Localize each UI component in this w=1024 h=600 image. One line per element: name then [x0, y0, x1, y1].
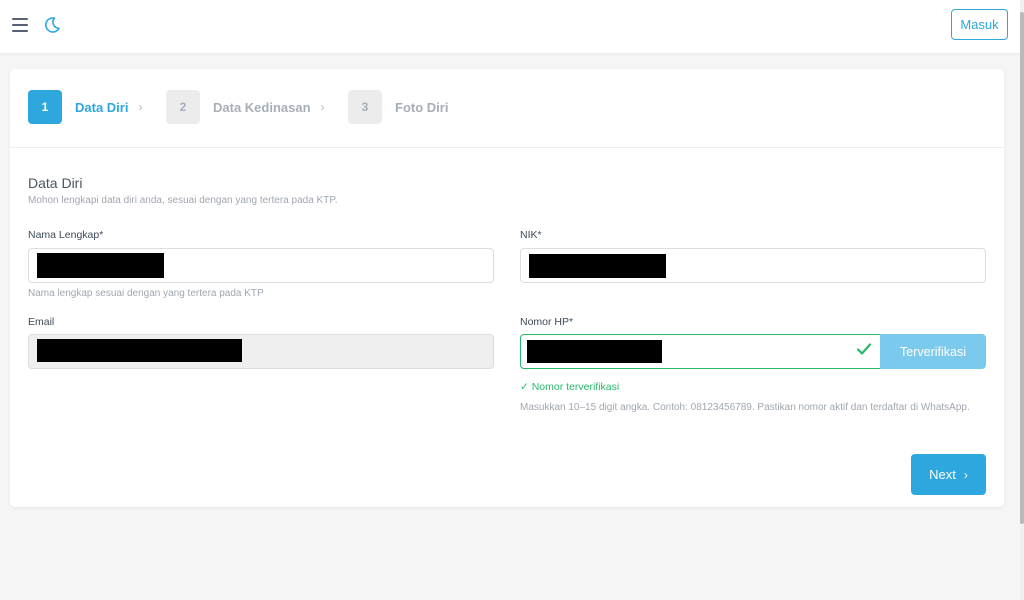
step-number: 3: [348, 90, 382, 124]
step-label: Data Diri: [75, 99, 129, 115]
registration-card: 1 Data Diri › 2 Data Kedinasan › 3 Foto …: [10, 69, 1004, 507]
chevron-right-icon: ›: [963, 467, 968, 482]
next-button[interactable]: Next ›: [911, 454, 986, 495]
chevron-right-icon: ›: [320, 100, 325, 114]
step-number: 1: [28, 90, 62, 124]
step-data-kedinasan[interactable]: 2 Data Kedinasan ›: [166, 90, 325, 124]
login-button[interactable]: Masuk: [951, 9, 1008, 40]
phone-label: Nomor HP*: [520, 316, 574, 328]
section-subtitle: Mohon lengkapi data diri anda, sesuai de…: [28, 195, 338, 206]
step-number: 2: [166, 90, 200, 124]
check-icon: [856, 343, 872, 355]
full-name-label: Nama Lengkap*: [28, 229, 104, 241]
step-label: Data Kedinasan: [213, 99, 311, 115]
redacted-value: [37, 339, 242, 362]
top-navbar: Masuk: [0, 0, 1020, 53]
full-name-hint: Nama lengkap sesuai dengan yang tertera …: [28, 288, 264, 299]
moon-icon[interactable]: [42, 15, 62, 35]
next-button-label: Next: [929, 467, 956, 482]
redacted-value: [529, 254, 666, 278]
stepper: 1 Data Diri › 2 Data Kedinasan › 3 Foto …: [10, 69, 1004, 148]
email-label: Email: [28, 316, 55, 328]
phone-hint: Masukkan 10–15 digit angka. Contoh: 0812…: [520, 402, 970, 413]
page-scrollbar[interactable]: [1020, 0, 1024, 600]
verified-button[interactable]: Terverifikasi: [880, 334, 986, 369]
nik-label: NIK*: [520, 229, 542, 241]
chevron-right-icon: ›: [138, 100, 143, 114]
redacted-value: [37, 253, 164, 278]
phone-verified-text: ✓ Nomor terverifikasi: [520, 381, 620, 393]
scrollbar-thumb[interactable]: [1020, 12, 1024, 524]
redacted-value: [527, 340, 662, 363]
step-data-diri[interactable]: 1 Data Diri ›: [28, 90, 142, 124]
hamburger-menu-icon[interactable]: [12, 18, 28, 32]
section-title: Data Diri: [28, 175, 83, 191]
step-foto-diri[interactable]: 3 Foto Diri: [348, 90, 448, 124]
step-label: Foto Diri: [395, 99, 449, 115]
